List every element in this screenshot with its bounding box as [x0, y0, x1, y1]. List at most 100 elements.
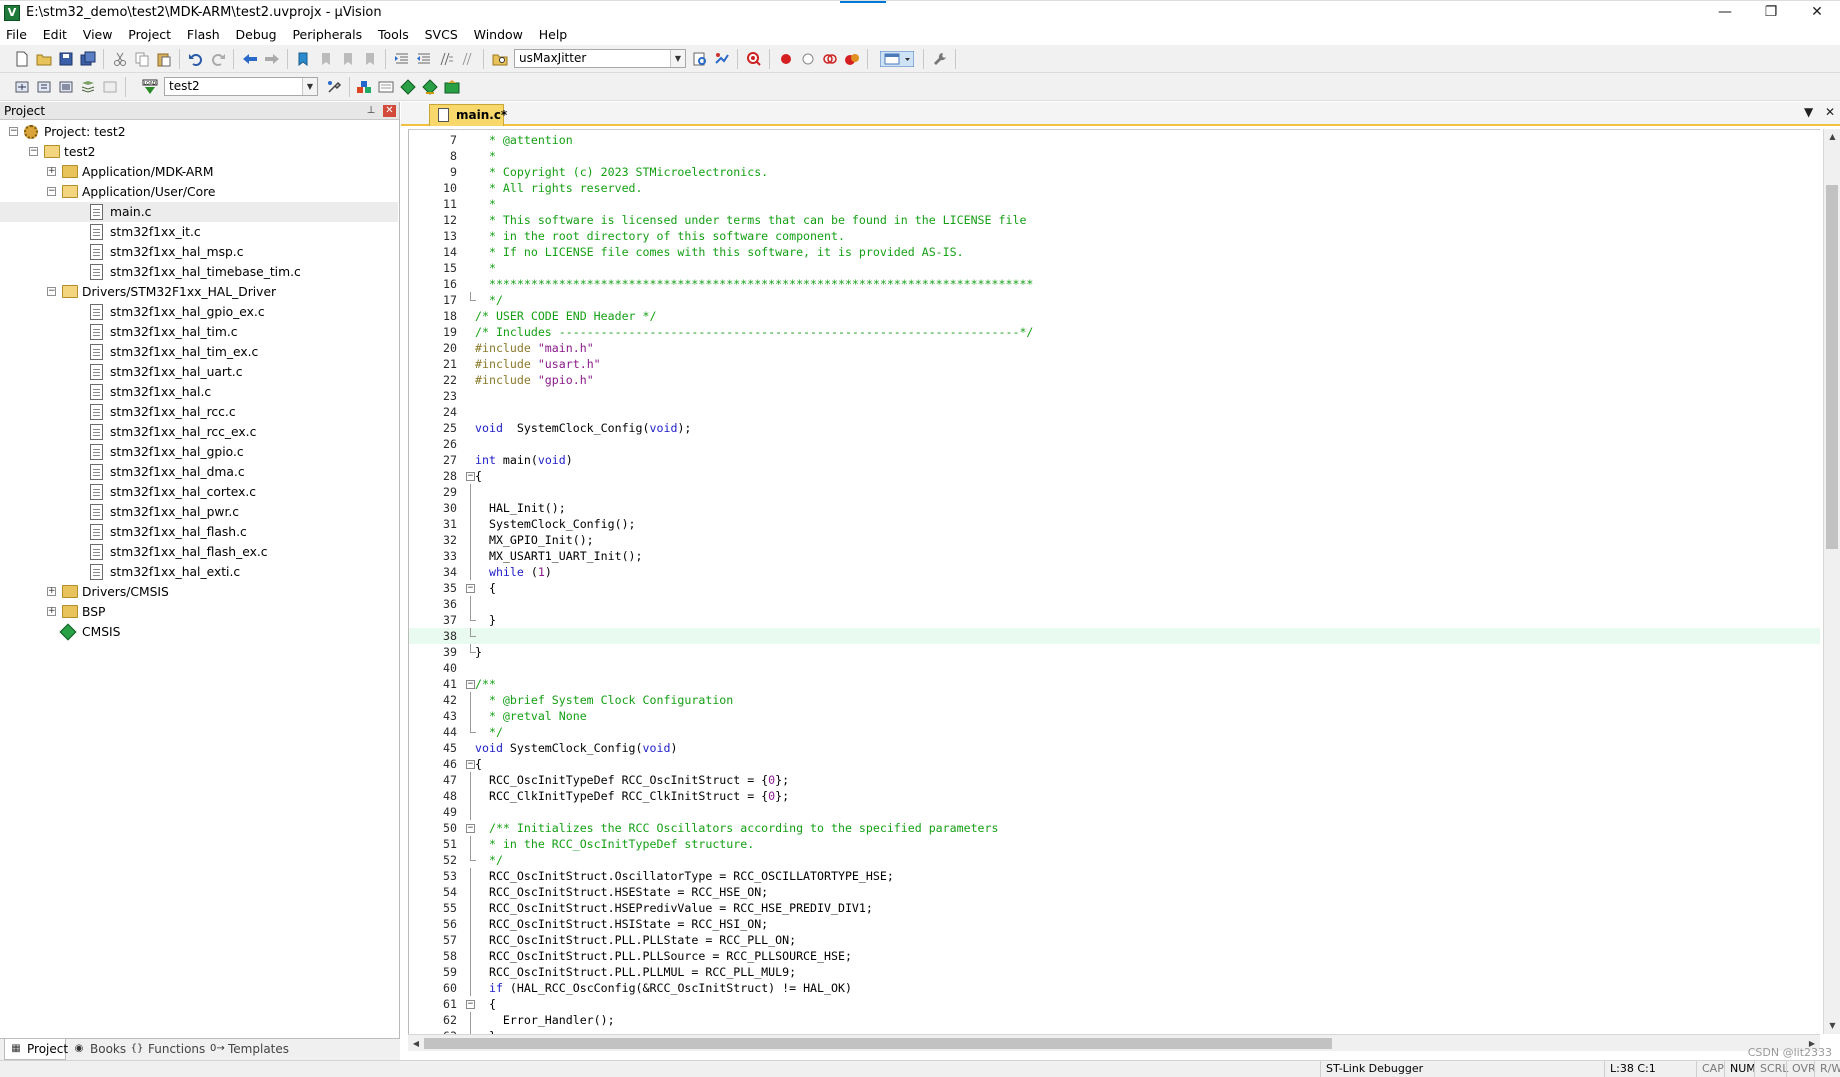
window-layout-icon[interactable]: [880, 51, 914, 67]
fold-collapse-icon[interactable]: −: [466, 760, 475, 769]
tree-item[interactable]: + Drivers/CMSIS: [0, 582, 398, 602]
horizontal-scroll-thumb[interactable]: [424, 1038, 1332, 1049]
tree-item[interactable]: stm32f1xx_hal_gpio.c: [0, 442, 398, 462]
stop-build-icon[interactable]: [102, 79, 118, 95]
minimize-button[interactable]: —: [1702, 1, 1748, 25]
fold-collapse-icon[interactable]: −: [466, 680, 475, 689]
tree-item[interactable]: stm32f1xx_hal_rcc.c: [0, 402, 398, 422]
maximize-button[interactable]: ❐: [1748, 1, 1794, 25]
tab-books[interactable]: ◉ Books: [68, 1039, 127, 1060]
select-packs-icon[interactable]: [444, 79, 460, 95]
tree-item[interactable]: stm32f1xx_hal_uart.c: [0, 362, 398, 382]
tree-item[interactable]: stm32f1xx_hal_exti.c: [0, 562, 398, 582]
find-in-files-icon[interactable]: [492, 51, 508, 67]
prev-bookmark-icon[interactable]: [318, 51, 334, 67]
enable-breakpoint-icon[interactable]: [800, 51, 816, 67]
translate-icon[interactable]: [14, 79, 30, 95]
menu-window[interactable]: Window: [468, 25, 529, 45]
menu-edit[interactable]: Edit: [37, 25, 73, 45]
tree-item[interactable]: stm32f1xx_hal_rcc_ex.c: [0, 422, 398, 442]
tree-item[interactable]: stm32f1xx_hal_pwr.c: [0, 502, 398, 522]
tree-item[interactable]: − Project: test2: [0, 122, 398, 142]
save-all-icon[interactable]: [80, 51, 96, 67]
batch-build-icon[interactable]: [80, 79, 96, 95]
tree-item[interactable]: + Application/MDK-ARM: [0, 162, 398, 182]
comment-icon[interactable]: [438, 51, 454, 67]
tree-item[interactable]: − test2: [0, 142, 398, 162]
rebuild-icon[interactable]: [58, 79, 74, 95]
cut-icon[interactable]: [112, 51, 128, 67]
collapse-icon[interactable]: −: [29, 147, 38, 156]
uncomment-icon[interactable]: [460, 51, 476, 67]
expand-icon[interactable]: +: [47, 607, 56, 616]
fold-collapse-icon[interactable]: −: [466, 472, 475, 481]
tree-item[interactable]: stm32f1xx_hal_tim.c: [0, 322, 398, 342]
next-bookmark-icon[interactable]: [340, 51, 356, 67]
menu-help[interactable]: Help: [533, 25, 574, 45]
tree-item[interactable]: stm32f1xx_hal_timebase_tim.c: [0, 262, 398, 282]
close-tab-icon[interactable]: ✕: [1825, 105, 1835, 119]
tree-item[interactable]: − Application/User/Core: [0, 182, 398, 202]
tree-item[interactable]: stm32f1xx_hal_tim_ex.c: [0, 342, 398, 362]
close-window-button[interactable]: ✕: [1794, 1, 1840, 25]
redo-icon[interactable]: [210, 51, 226, 67]
tree-item[interactable]: stm32f1xx_hal_flash_ex.c: [0, 542, 398, 562]
collapse-icon[interactable]: −: [47, 187, 56, 196]
tree-item[interactable]: − Drivers/STM32F1xx_HAL_Driver: [0, 282, 398, 302]
pack-installer-icon[interactable]: [422, 79, 438, 95]
incremental-find-icon[interactable]: [692, 51, 708, 67]
scroll-left-icon[interactable]: ◀: [408, 1035, 424, 1052]
tree-item[interactable]: main.c: [0, 202, 398, 222]
kill-breakpoints-icon[interactable]: [844, 51, 860, 67]
tree-item[interactable]: stm32f1xx_hal_cortex.c: [0, 482, 398, 502]
menu-peripherals[interactable]: Peripherals: [286, 25, 368, 45]
expand-icon[interactable]: +: [47, 167, 56, 176]
tree-item[interactable]: stm32f1xx_it.c: [0, 222, 398, 242]
configure-icon[interactable]: [932, 51, 948, 67]
find-combo[interactable]: usMaxJitter ▼: [514, 49, 686, 68]
fold-collapse-icon[interactable]: −: [466, 1000, 475, 1009]
menu-debug[interactable]: Debug: [230, 25, 283, 45]
fold-collapse-icon[interactable]: −: [466, 584, 475, 593]
vertical-scrollbar[interactable]: ▲ ▼: [1823, 129, 1840, 1034]
target-options-icon[interactable]: [326, 79, 342, 95]
start-stop-debug-icon[interactable]: [746, 51, 762, 67]
tab-functions[interactable]: {} Functions: [126, 1039, 206, 1060]
scroll-up-icon[interactable]: ▲: [1824, 129, 1840, 145]
new-file-icon[interactable]: [14, 51, 30, 67]
tree-item[interactable]: stm32f1xx_hal_flash.c: [0, 522, 398, 542]
menu-flash[interactable]: Flash: [181, 25, 226, 45]
collapse-icon[interactable]: −: [47, 287, 56, 296]
expand-icon[interactable]: +: [47, 587, 56, 596]
navigate-back-icon[interactable]: [242, 51, 258, 67]
manage-rte-icon[interactable]: [400, 79, 416, 95]
code-editor[interactable]: 7 * @attention 8 * 9 * Copyright (c) 2023 …: [408, 129, 1820, 1034]
tree-item[interactable]: stm32f1xx_hal_gpio_ex.c: [0, 302, 398, 322]
unindent-icon[interactable]: [416, 51, 432, 67]
download-icon[interactable]: LOAD: [142, 79, 158, 95]
tab-templates[interactable]: 0→ Templates: [206, 1039, 290, 1060]
chevron-down-icon[interactable]: ▼: [670, 50, 685, 67]
copy-icon[interactable]: [134, 51, 150, 67]
indent-icon[interactable]: [394, 51, 410, 67]
fold-collapse-icon[interactable]: −: [466, 824, 475, 833]
tree-item[interactable]: CMSIS: [0, 622, 398, 642]
chevron-down-icon[interactable]: ▼: [302, 78, 317, 95]
menu-view[interactable]: View: [77, 25, 119, 45]
editor-tab-main-c[interactable]: main.c*: [429, 104, 507, 126]
bookmark-icon[interactable]: [296, 51, 312, 67]
target-combo[interactable]: test2 ▼: [164, 77, 318, 96]
clear-bookmarks-icon[interactable]: [362, 51, 378, 67]
tree-item[interactable]: + BSP: [0, 602, 398, 622]
menu-project[interactable]: Project: [122, 25, 177, 45]
collapse-icon[interactable]: −: [9, 127, 18, 136]
pin-icon[interactable]: ⊥: [365, 105, 377, 117]
undo-icon[interactable]: [188, 51, 204, 67]
menu-tools[interactable]: Tools: [372, 25, 415, 45]
disable-breakpoints-icon[interactable]: [822, 51, 838, 67]
menu-file[interactable]: File: [0, 25, 33, 45]
paste-icon[interactable]: [156, 51, 172, 67]
file-extensions-icon[interactable]: [356, 79, 372, 95]
build-icon[interactable]: [36, 79, 52, 95]
menu-svcs[interactable]: SVCS: [419, 25, 464, 45]
